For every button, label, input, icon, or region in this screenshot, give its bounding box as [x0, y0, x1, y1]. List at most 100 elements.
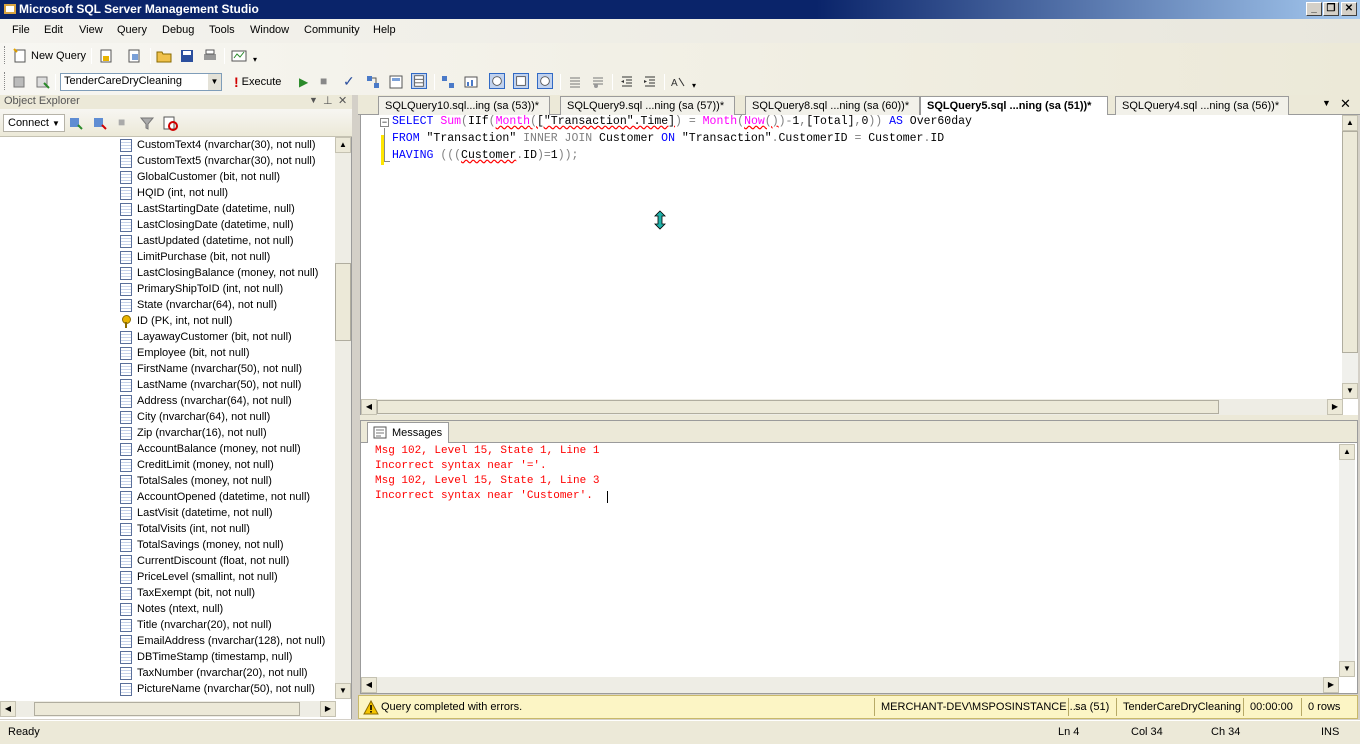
sql-query-editor[interactable]: − SELECT Sum(IIf(Month(["Transaction".Ti…	[360, 115, 1358, 415]
results-to-grid-icon[interactable]	[411, 73, 427, 89]
tree-node-column[interactable]: TaxNumber (nvarchar(20), not null)	[120, 665, 308, 681]
database-engine-query-icon[interactable]	[98, 48, 114, 64]
connect-object-explorer-icon[interactable]	[68, 115, 84, 131]
tree-node-column[interactable]: PictureName (nvarchar(50), not null)	[120, 681, 315, 697]
connect-dropdown-button[interactable]: Connect ▼	[3, 114, 65, 132]
scroll-left-icon[interactable]: ◀	[361, 677, 377, 693]
activity-monitor-icon[interactable]	[231, 48, 247, 64]
menu-window[interactable]: Window	[250, 24, 289, 36]
collapse-region-icon[interactable]: −	[380, 118, 389, 127]
available-databases-dropdown[interactable]: TenderCareDryCleaning ▼	[60, 73, 222, 91]
tree-node-column[interactable]: Address (nvarchar(64), not null)	[120, 393, 292, 409]
tree-node-column[interactable]: EmailAddress (nvarchar(128), not null)	[120, 633, 325, 649]
tree-node-column[interactable]: TotalSavings (money, not null)	[120, 537, 284, 553]
scroll-thumb[interactable]	[377, 400, 1219, 414]
refresh-icon[interactable]	[162, 115, 178, 131]
client-statistics-icon[interactable]	[463, 74, 479, 90]
tree-node-column[interactable]: FirstName (nvarchar(50), not null)	[120, 361, 302, 377]
restore-button[interactable]: ❐	[1323, 2, 1339, 16]
close-panel-icon[interactable]: ✕	[338, 94, 347, 107]
tree-node-column[interactable]: HQID (int, not null)	[120, 185, 228, 201]
tree-node-column[interactable]: Employee (bit, not null)	[120, 345, 250, 361]
menu-file[interactable]: File	[12, 24, 30, 36]
new-query-button[interactable]: New Query	[12, 47, 86, 65]
scroll-down-icon[interactable]: ▼	[335, 683, 351, 699]
tree-node-column[interactable]: AccountBalance (money, not null)	[120, 441, 301, 457]
editor-vertical-scrollbar[interactable]: ▲ ▼	[1342, 115, 1358, 399]
tree-node-column[interactable]: LastVisit (datetime, not null)	[120, 505, 273, 521]
dropdown-arrow-icon[interactable]: ▼	[309, 95, 318, 105]
close-tab-icon[interactable]: ✕	[1340, 96, 1351, 112]
tab-list-dropdown-icon[interactable]: ▼	[1322, 98, 1331, 108]
toolbar-grip[interactable]	[4, 46, 7, 64]
uncomment-lines-icon[interactable]	[590, 74, 606, 90]
comment-lines-icon[interactable]	[567, 74, 583, 90]
tree-node-column[interactable]: LastClosingDate (datetime, null)	[120, 217, 294, 233]
tree-node-column[interactable]: CustomText4 (nvarchar(30), not null)	[120, 137, 316, 153]
menu-view[interactable]: View	[79, 24, 103, 36]
tree-node-column[interactable]: LayawayCustomer (bit, not null)	[120, 329, 292, 345]
tree-node-column[interactable]: LastName (nvarchar(50), not null)	[120, 377, 301, 393]
scroll-thumb[interactable]	[335, 263, 351, 341]
tree-node-column[interactable]: TotalSales (money, not null)	[120, 473, 272, 489]
close-window-button[interactable]: ✕	[1341, 2, 1357, 16]
print-icon[interactable]	[202, 48, 218, 64]
decrease-indent-icon[interactable]	[619, 74, 635, 90]
scroll-up-icon[interactable]: ▲	[1342, 115, 1358, 131]
scroll-thumb[interactable]	[1342, 131, 1358, 353]
debug-play-icon[interactable]: ▶	[299, 75, 308, 89]
tree-node-column[interactable]: Notes (ntext, null)	[120, 601, 223, 617]
menu-help[interactable]: Help	[373, 24, 396, 36]
tree-node-column[interactable]: PriceLevel (smallint, not null)	[120, 569, 278, 585]
toolbar-grip[interactable]	[4, 72, 7, 90]
pin-icon[interactable]: ⊥	[323, 94, 333, 107]
tree-node-column[interactable]: GlobalCustomer (bit, not null)	[120, 169, 280, 185]
tab-sqlquery10[interactable]: SQLQuery10.sql...ing (sa (53))*	[378, 96, 550, 115]
tab-sqlquery9[interactable]: SQLQuery9.sql ...ning (sa (57))*	[560, 96, 735, 115]
editor-horizontal-scrollbar[interactable]: ◀ ▶	[361, 399, 1343, 415]
results-grid-toggle-icon[interactable]	[513, 73, 529, 89]
tab-sqlquery4[interactable]: SQLQuery4.sql ...ning (sa (56))*	[1115, 96, 1289, 115]
tree-node-column[interactable]: LimitPurchase (bit, not null)	[120, 249, 270, 265]
tree-node-column[interactable]: TaxExempt (bit, not null)	[120, 585, 255, 601]
tree-node-column[interactable]: CustomText5 (nvarchar(30), not null)	[120, 153, 316, 169]
filter-icon[interactable]	[139, 115, 155, 131]
scroll-up-icon[interactable]: ▲	[1339, 444, 1355, 460]
object-explorer-vertical-scrollbar[interactable]: ▲ ▼	[335, 137, 351, 699]
tab-messages[interactable]: Messages	[367, 422, 450, 443]
tree-node-column[interactable]: ID (PK, int, not null)	[120, 313, 232, 329]
scroll-thumb[interactable]	[34, 702, 300, 716]
change-connection-icon[interactable]	[35, 74, 51, 90]
tree-node-column[interactable]: LastUpdated (datetime, not null)	[120, 233, 294, 249]
tree-node-column[interactable]: DBTimeStamp (timestamp, null)	[120, 649, 292, 665]
scroll-down-icon[interactable]: ▼	[1342, 383, 1358, 399]
scroll-right-icon[interactable]: ▶	[1327, 399, 1343, 415]
tree-node-column[interactable]: TotalVisits (int, not null)	[120, 521, 250, 537]
tree-node-column[interactable]: AccountOpened (datetime, not null)	[120, 489, 310, 505]
include-actual-plan-icon[interactable]	[440, 74, 456, 90]
save-icon[interactable]	[179, 48, 195, 64]
minimize-button[interactable]: _	[1306, 2, 1322, 16]
tree-node-column[interactable]: Zip (nvarchar(16), not null)	[120, 425, 267, 441]
object-explorer-horizontal-scrollbar[interactable]: ◀ ▶	[0, 701, 336, 717]
specify-template-values-icon[interactable]: A	[670, 74, 686, 90]
execute-button[interactable]: ! Execute	[234, 73, 281, 91]
display-estimated-plan-icon[interactable]	[365, 74, 381, 90]
messages-horizontal-scrollbar[interactable]: ◀ ▶	[361, 677, 1339, 693]
tree-node-column[interactable]: LastStartingDate (datetime, null)	[120, 201, 295, 217]
menu-community[interactable]: Community	[304, 24, 360, 36]
increase-indent-icon[interactable]	[642, 74, 658, 90]
query-designer-icon[interactable]	[388, 74, 404, 90]
menu-query[interactable]: Query	[117, 24, 147, 36]
tree-node-column[interactable]: CurrentDiscount (float, not null)	[120, 553, 289, 569]
open-file-icon[interactable]	[156, 48, 172, 64]
toolbar-overflow-icon[interactable]: ▾	[253, 55, 257, 64]
tree-node-column[interactable]: CreditLimit (money, not null)	[120, 457, 274, 473]
tree-node-column[interactable]: State (nvarchar(64), not null)	[120, 297, 277, 313]
menu-debug[interactable]: Debug	[162, 24, 194, 36]
stop-icon[interactable]: ■	[118, 115, 125, 129]
analysis-query-icon[interactable]	[126, 48, 142, 64]
scroll-left-icon[interactable]: ◀	[361, 399, 377, 415]
connect-icon[interactable]	[12, 74, 28, 90]
toolbar-overflow-icon[interactable]: ▾	[692, 81, 696, 90]
